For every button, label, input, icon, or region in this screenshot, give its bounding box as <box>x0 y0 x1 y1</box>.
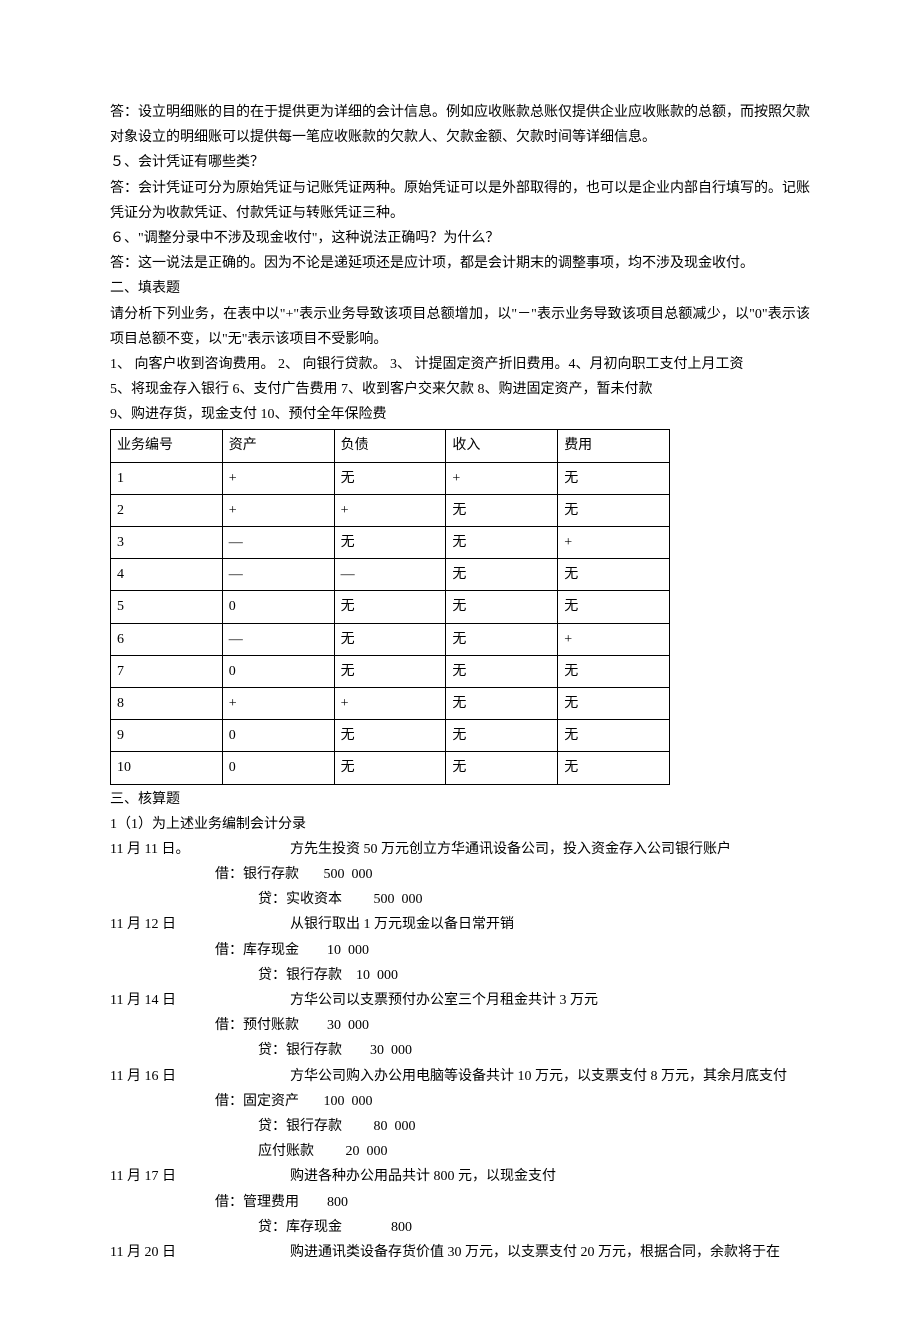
journal-entries: 11 月 11 日。方先生投资 50 万元创立方华通讯设备公司，投入资金存入公司… <box>110 837 810 1265</box>
entry-description: 购进各种办公用品共计 800 元，以现金支付 <box>290 1164 810 1189</box>
answer-4: 答：设立明细账的目的在于提供更为详细的会计信息。例如应收账款总账仅提供企业应收账… <box>110 100 810 150</box>
entry-date: 11 月 16 日 <box>110 1064 290 1089</box>
entry-credit-line: 贷：库存现金 800 <box>110 1215 810 1240</box>
table-row: 8++无无 <box>111 687 670 719</box>
entry-description: 方华公司以支票预付办公室三个月租金共计 3 万元 <box>290 988 810 1013</box>
table-row: 3—无无+ <box>111 527 670 559</box>
table-row: 90无无无 <box>111 720 670 752</box>
journal-entry: 11 月 14 日方华公司以支票预付办公室三个月租金共计 3 万元 <box>110 988 810 1013</box>
table-row: 6—无无+ <box>111 623 670 655</box>
answer-6: 答：这一说法是正确的。因为不论是递延项还是应计项，都是会计期末的调整事项，均不涉… <box>110 251 810 276</box>
table-row: 2++无无 <box>111 494 670 526</box>
section-3-subtitle: 1（1）为上述业务编制会计分录 <box>110 812 810 837</box>
section-2-items-3: 9、购进存货，现金支付 10、预付全年保险费 <box>110 402 810 427</box>
entry-credit-line: 贷：银行存款 30 000 <box>110 1038 810 1063</box>
section-2-title: 二、填表题 <box>110 276 810 301</box>
effects-table: 业务编号 资产 负债 收入 费用 1+无+无 2++无无 3—无无+ 4——无无… <box>110 429 670 784</box>
entry-date: 11 月 14 日 <box>110 988 290 1013</box>
question-6: ６、"调整分录中不涉及现金收付"，这种说法正确吗？为什么？ <box>110 226 810 251</box>
question-5: ５、会计凭证有哪些类？ <box>110 150 810 175</box>
entry-date: 11 月 17 日 <box>110 1164 290 1189</box>
entry-description: 购进通讯类设备存货价值 30 万元，以支票支付 20 万元，根据合同，余款将于在 <box>290 1240 810 1265</box>
entry-description: 方先生投资 50 万元创立方华通讯设备公司，投入资金存入公司银行账户 <box>290 837 810 862</box>
entry-date: 11 月 20 日 <box>110 1240 290 1265</box>
entry-credit-line: 应付账款 20 000 <box>110 1139 810 1164</box>
entry-description: 从银行取出 1 万元现金以备日常开销 <box>290 912 810 937</box>
th-asset: 资产 <box>222 430 334 462</box>
journal-entry: 11 月 20 日购进通讯类设备存货价值 30 万元，以支票支付 20 万元，根… <box>110 1240 810 1265</box>
section-3-title: 三、核算题 <box>110 787 810 812</box>
th-id: 业务编号 <box>111 430 223 462</box>
th-revenue: 收入 <box>446 430 558 462</box>
table-row: 100无无无 <box>111 752 670 784</box>
section-2-items-2: 5、将现金存入银行 6、支付广告费用 7、收到客户交来欠款 8、购进固定资产，暂… <box>110 377 810 402</box>
entry-debit-line: 借：库存现金 10 000 <box>110 938 810 963</box>
th-liability: 负债 <box>334 430 446 462</box>
th-expense: 费用 <box>558 430 670 462</box>
table-header-row: 业务编号 资产 负债 收入 费用 <box>111 430 670 462</box>
journal-entry: 11 月 11 日。方先生投资 50 万元创立方华通讯设备公司，投入资金存入公司… <box>110 837 810 862</box>
entry-debit-line: 借：银行存款 500 000 <box>110 862 810 887</box>
entry-credit-line: 贷：银行存款 10 000 <box>110 963 810 988</box>
entry-date: 11 月 12 日 <box>110 912 290 937</box>
entry-debit-line: 借：管理费用 800 <box>110 1190 810 1215</box>
entry-credit-line: 贷：实收资本 500 000 <box>110 887 810 912</box>
section-2-items-1: 1、 向客户收到咨询费用。 2、 向银行贷款。 3、 计提固定资产折旧费用。4、… <box>110 352 810 377</box>
entry-debit-line: 借：固定资产 100 000 <box>110 1089 810 1114</box>
entry-description: 方华公司购入办公用电脑等设备共计 10 万元，以支票支付 8 万元，其余月底支付 <box>290 1064 810 1089</box>
table-row: 4——无无 <box>111 559 670 591</box>
journal-entry: 11 月 16 日方华公司购入办公用电脑等设备共计 10 万元，以支票支付 8 … <box>110 1064 810 1089</box>
answer-5: 答：会计凭证可分为原始凭证与记账凭证两种。原始凭证可以是外部取得的，也可以是企业… <box>110 176 810 226</box>
journal-entry: 11 月 17 日购进各种办公用品共计 800 元，以现金支付 <box>110 1164 810 1189</box>
entry-debit-line: 借：预付账款 30 000 <box>110 1013 810 1038</box>
entry-date: 11 月 11 日。 <box>110 837 290 862</box>
table-row: 1+无+无 <box>111 462 670 494</box>
section-2-instruction: 请分析下列业务，在表中以"+"表示业务导致该项目总额增加，以"－"表示业务导致该… <box>110 302 810 352</box>
table-row: 50无无无 <box>111 591 670 623</box>
journal-entry: 11 月 12 日从银行取出 1 万元现金以备日常开销 <box>110 912 810 937</box>
entry-credit-line: 贷：银行存款 80 000 <box>110 1114 810 1139</box>
table-row: 70无无无 <box>111 655 670 687</box>
